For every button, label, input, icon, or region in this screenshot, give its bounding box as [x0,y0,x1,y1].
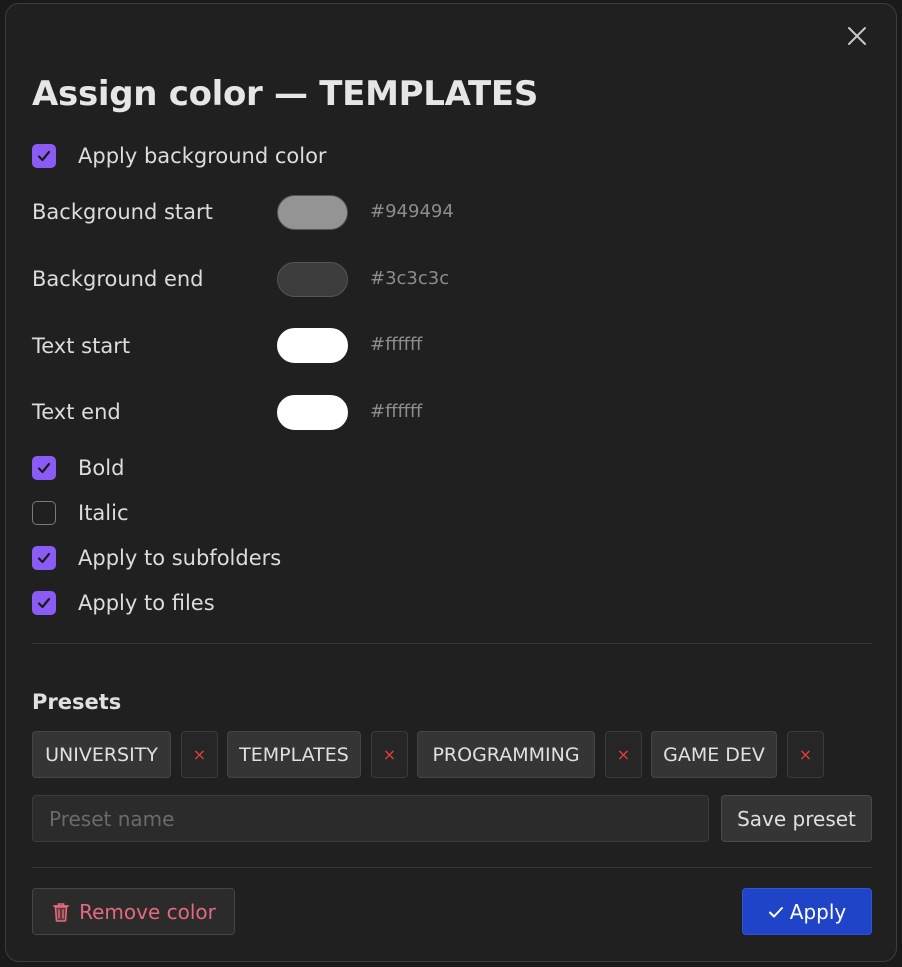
remove-color-button[interactable]: Remove color [32,888,235,935]
remove-color-label: Remove color [79,899,216,924]
check-icon [37,597,51,609]
apply-files-checkbox[interactable] [32,591,56,615]
close-icon [848,27,866,45]
text-start-label: Text start [32,334,131,358]
apply-background-checkbox[interactable] [32,144,56,168]
preset-name-input[interactable] [32,795,709,842]
bold-option[interactable]: Bold [32,455,124,481]
divider [32,867,872,868]
trash-icon [53,902,70,922]
check-icon [37,150,51,162]
text-start-swatch[interactable] [277,328,348,363]
preset-chip-templates[interactable]: TEMPLATES [227,731,361,778]
text-end-label: Text end [32,400,121,424]
divider [32,643,872,644]
preset-chip-university[interactable]: UNIVERSITY [32,731,171,778]
text-end-hex: #ffffff [370,401,423,422]
apply-files-label: Apply to files [78,591,215,615]
preset-delete-game-dev[interactable]: × [787,731,824,778]
italic-checkbox[interactable] [32,501,56,525]
italic-label: Italic [78,501,129,525]
check-icon [768,906,783,917]
background-start-swatch[interactable] [277,195,348,230]
preset-delete-university[interactable]: × [181,731,218,778]
preset-delete-templates[interactable]: × [371,731,408,778]
background-end-hex: #3c3c3c [370,268,450,289]
assign-color-dialog: Assign color — TEMPLATES Apply backgroun… [5,3,897,962]
preset-chip-programming[interactable]: PROGRAMMING [417,731,595,778]
presets-title: Presets [32,690,122,714]
background-end-swatch[interactable] [277,262,348,297]
apply-label: Apply [789,899,847,924]
background-end-label: Background end [32,267,204,291]
text-start-hex: #ffffff [370,334,423,355]
background-start-label: Background start [32,200,213,224]
apply-subfolders-label: Apply to subfolders [78,546,282,570]
apply-files-option[interactable]: Apply to files [32,590,215,616]
preset-chip-game-dev[interactable]: GAME DEV [651,731,777,778]
background-start-hex: #949494 [370,201,454,222]
save-preset-button[interactable]: Save preset [721,795,872,842]
apply-button[interactable]: Apply [742,888,872,935]
dialog-title: Assign color — TEMPLATES [32,74,539,114]
bold-checkbox[interactable] [32,456,56,480]
apply-background-label: Apply background color [78,144,327,168]
bold-label: Bold [78,456,125,480]
preset-delete-programming[interactable]: × [605,731,642,778]
apply-subfolders-checkbox[interactable] [32,546,56,570]
text-end-swatch[interactable] [277,395,348,430]
check-icon [37,552,51,564]
check-icon [37,462,51,474]
apply-background-option[interactable]: Apply background color [32,143,327,169]
italic-option[interactable]: Italic [32,500,129,526]
close-button[interactable] [844,23,870,49]
apply-subfolders-option[interactable]: Apply to subfolders [32,545,281,571]
